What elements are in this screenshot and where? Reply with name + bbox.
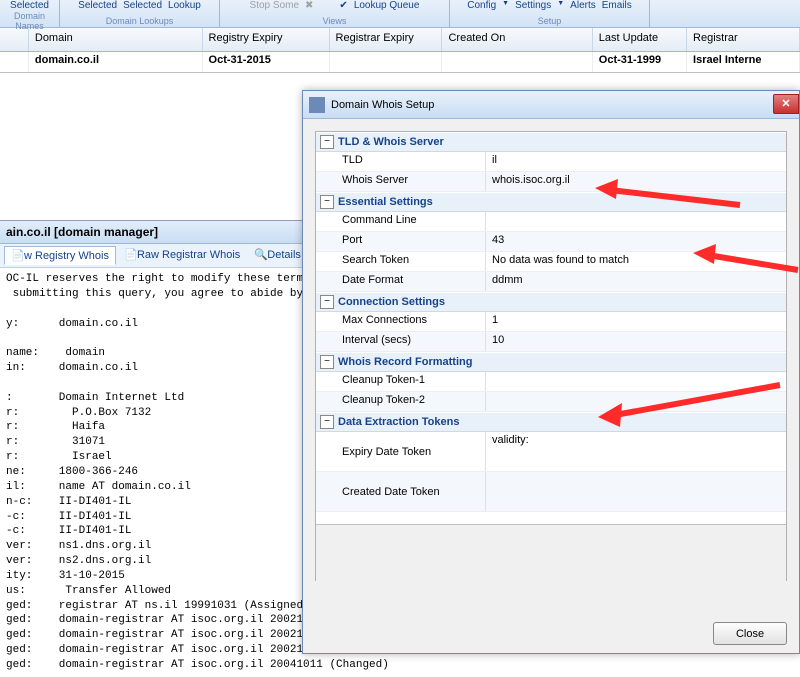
property-section-header[interactable]: −Whois Record Formatting xyxy=(316,352,786,372)
magnifier-icon: 🔍 xyxy=(254,248,264,258)
ribbon-item[interactable]: Lookup xyxy=(168,0,201,11)
property-row[interactable]: Whois Serverwhois.isoc.org.il xyxy=(316,172,786,192)
property-key: Cleanup Token-2 xyxy=(316,392,486,411)
property-row[interactable]: Search TokenNo data was found to match xyxy=(316,252,786,272)
property-section-header[interactable]: −Data Extraction Tokens xyxy=(316,412,786,432)
property-row[interactable]: Expiry Date Tokenvalidity: xyxy=(316,432,786,472)
col-header-last-update[interactable]: Last Update xyxy=(593,28,687,51)
property-value[interactable]: 1 xyxy=(486,312,786,331)
property-value[interactable]: 43 xyxy=(486,232,786,251)
grid-row[interactable]: domain.co.il Oct-31-2015 Oct-31-1999 Isr… xyxy=(0,52,800,72)
cell-last-update: Oct-31-1999 xyxy=(593,52,687,72)
property-value[interactable] xyxy=(486,472,786,511)
ribbon-item[interactable]: Selected xyxy=(78,0,117,11)
col-header-created-on[interactable]: Created On xyxy=(442,28,592,51)
dialog-icon xyxy=(309,97,325,113)
property-value[interactable] xyxy=(486,392,786,411)
tab-raw-registrar-whois[interactable]: 📄Raw Registrar Whois xyxy=(118,246,246,265)
property-value[interactable]: il xyxy=(486,152,786,171)
property-row[interactable]: Date Formatddmm xyxy=(316,272,786,292)
property-row[interactable]: Created Date Token xyxy=(316,472,786,512)
ribbon-group-label: Setup xyxy=(538,16,562,27)
collapse-icon[interactable]: − xyxy=(320,195,334,209)
property-key: Search Token xyxy=(316,252,486,271)
property-section-header[interactable]: −Connection Settings xyxy=(316,292,786,312)
dialog-title-text: Domain Whois Setup xyxy=(331,99,434,111)
ribbon-item-disabled: Stop Some xyxy=(250,0,299,11)
property-help-area xyxy=(316,524,786,582)
domain-grid: Domain Registry Expiry Registrar Expiry … xyxy=(0,28,800,73)
property-key: Date Format xyxy=(316,272,486,291)
ribbon-item[interactable]: Selected xyxy=(123,0,162,11)
property-key: Created Date Token xyxy=(316,472,486,511)
section-label: Essential Settings xyxy=(338,196,433,208)
cell-registrar-expiry xyxy=(330,52,443,72)
cell-registry-expiry: Oct-31-2015 xyxy=(203,52,330,72)
property-key: Cleanup Token-1 xyxy=(316,372,486,391)
property-key: Port xyxy=(316,232,486,251)
property-key: Expiry Date Token xyxy=(316,432,486,471)
doc-icon: 📄 xyxy=(11,249,21,259)
ribbon-group-label: Views xyxy=(323,16,347,27)
section-label: Connection Settings xyxy=(338,296,445,308)
property-section-header[interactable]: −Essential Settings xyxy=(316,192,786,212)
tab-raw-registry-whois[interactable]: 📄w Registry Whois xyxy=(4,246,116,265)
property-key: Whois Server xyxy=(316,172,486,191)
collapse-icon[interactable]: − xyxy=(320,415,334,429)
property-value[interactable]: 10 xyxy=(486,332,786,351)
col-header-registry-expiry[interactable]: Registry Expiry xyxy=(203,28,330,51)
col-header-domain[interactable]: Domain xyxy=(29,28,203,51)
section-label: Data Extraction Tokens xyxy=(338,416,459,428)
property-value[interactable] xyxy=(486,212,786,231)
collapse-icon[interactable]: − xyxy=(320,295,334,309)
property-value[interactable]: whois.isoc.org.il xyxy=(486,172,786,191)
collapse-icon[interactable]: − xyxy=(320,355,334,369)
property-value[interactable] xyxy=(486,372,786,391)
property-value[interactable]: No data was found to match xyxy=(486,252,786,271)
property-row[interactable]: Cleanup Token-2 xyxy=(316,392,786,412)
property-row[interactable]: Port43 xyxy=(316,232,786,252)
property-grid-scroll[interactable]: −TLD & Whois ServerTLDilWhois Serverwhoi… xyxy=(316,132,786,524)
property-row[interactable]: Max Connections1 xyxy=(316,312,786,332)
dialog-titlebar[interactable]: Domain Whois Setup ✕ xyxy=(303,91,799,119)
property-grid: −TLD & Whois ServerTLDilWhois Serverwhoi… xyxy=(315,131,787,581)
ribbon-group-label: Domain Lookups xyxy=(106,16,174,27)
property-section-header[interactable]: −TLD & Whois Server xyxy=(316,132,786,152)
property-value[interactable]: validity: xyxy=(486,432,786,471)
ribbon-item[interactable]: Lookup Queue xyxy=(354,0,420,11)
cell-domain: domain.co.il xyxy=(29,52,203,72)
dialog-close-button[interactable]: ✕ xyxy=(773,94,799,114)
property-key: Command Line xyxy=(316,212,486,231)
section-label: TLD & Whois Server xyxy=(338,136,444,148)
doc-icon: 📄 xyxy=(124,248,134,258)
property-row[interactable]: Cleanup Token-1 xyxy=(316,372,786,392)
property-key: Interval (secs) xyxy=(316,332,486,351)
cell-created-on xyxy=(442,52,592,72)
collapse-icon[interactable]: − xyxy=(320,135,334,149)
cell-registrar: Israel Interne xyxy=(687,52,800,72)
col-header[interactable] xyxy=(0,28,29,51)
property-row[interactable]: Interval (secs)10 xyxy=(316,332,786,352)
section-label: Whois Record Formatting xyxy=(338,356,472,368)
ribbon-item[interactable]: Settings xyxy=(515,0,551,11)
property-row[interactable]: Command Line xyxy=(316,212,786,232)
col-header-registrar-expiry[interactable]: Registrar Expiry xyxy=(330,28,443,51)
ribbon-item[interactable]: Emails xyxy=(602,0,632,11)
property-key: Max Connections xyxy=(316,312,486,331)
ribbon-item[interactable]: Selected xyxy=(10,0,49,11)
property-value[interactable]: ddmm xyxy=(486,272,786,291)
property-row[interactable]: TLDil xyxy=(316,152,786,172)
ribbon-toolbar: Selected Domain Names Selected Selected … xyxy=(0,0,800,28)
col-header-registrar[interactable]: Registrar xyxy=(687,28,800,51)
ribbon-item[interactable]: Alerts xyxy=(570,0,596,11)
close-button[interactable]: Close xyxy=(713,622,787,645)
property-key: TLD xyxy=(316,152,486,171)
cell xyxy=(0,52,29,72)
grid-header: Domain Registry Expiry Registrar Expiry … xyxy=(0,28,800,52)
whois-setup-dialog: Domain Whois Setup ✕ −TLD & Whois Server… xyxy=(302,90,800,654)
ribbon-item[interactable]: Config xyxy=(467,0,496,11)
